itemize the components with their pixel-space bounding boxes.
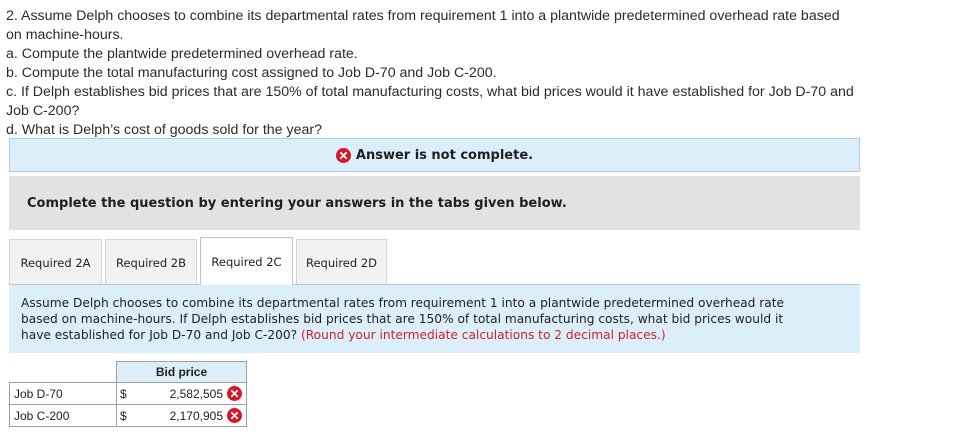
- table-row: Job D-70 $ 2,582,505: [9, 382, 247, 405]
- bid-price-input[interactable]: $ 2,170,905: [116, 404, 247, 427]
- requirement-tabs: Required 2A Required 2B Required 2C Requ…: [9, 237, 390, 285]
- bid-price-value[interactable]: 2,582,505: [131, 387, 227, 401]
- question-line: c. If Delph establishes bid prices that …: [6, 84, 854, 100]
- currency-symbol: $: [120, 386, 127, 401]
- bid-price-value[interactable]: 2,170,905: [131, 409, 227, 423]
- tab-required-2a[interactable]: Required 2A: [9, 239, 102, 285]
- incorrect-x-icon: [227, 408, 242, 423]
- row-label: Job D-70: [9, 382, 117, 405]
- row-label: Job C-200: [9, 404, 117, 427]
- question-line: b. Compute the total manufacturing cost …: [6, 65, 497, 81]
- instruction-text: Complete the question by entering your a…: [27, 195, 567, 211]
- question-line: Job C-200?: [6, 103, 80, 119]
- bid-price-table: Bid price Job D-70 $ 2,582,505 Job C-200…: [9, 361, 247, 427]
- table-corner: [10, 362, 117, 383]
- table-row: Job C-200 $ 2,170,905: [9, 404, 247, 427]
- requirement-prompt: Assume Delph chooses to combine its depa…: [9, 285, 860, 353]
- prompt-line-text: have established for Job D-70 and Job C-…: [21, 328, 301, 342]
- bid-price-input[interactable]: $ 2,582,505: [116, 382, 247, 405]
- question-line: on machine-hours.: [6, 27, 124, 43]
- prompt-line: Assume Delph chooses to combine its depa…: [21, 296, 785, 310]
- tab-required-2d[interactable]: Required 2D: [296, 239, 387, 285]
- column-header-bid-price: Bid price: [116, 361, 247, 383]
- prompt-line: have established for Job D-70 and Job C-…: [21, 327, 848, 343]
- question-line: a. Compute the plantwide predetermined o…: [6, 46, 358, 62]
- rounding-note: (Round your intermediate calculations to…: [301, 328, 666, 342]
- question-text: 2. Assume Delph chooses to combine its d…: [6, 7, 966, 140]
- instruction-banner: Complete the question by entering your a…: [9, 176, 860, 230]
- tab-required-2c[interactable]: Required 2C: [200, 237, 293, 285]
- currency-symbol: $: [120, 408, 127, 423]
- prompt-line: based on machine-hours. If Delph establi…: [21, 312, 784, 326]
- x-circle-icon: [335, 147, 351, 163]
- status-text: Answer is not complete.: [355, 147, 534, 163]
- question-line: 2. Assume Delph chooses to combine its d…: [6, 8, 840, 24]
- incorrect-x-icon: [227, 386, 242, 401]
- answer-status-banner: Answer is not complete.: [9, 138, 860, 172]
- tab-required-2b[interactable]: Required 2B: [105, 239, 197, 285]
